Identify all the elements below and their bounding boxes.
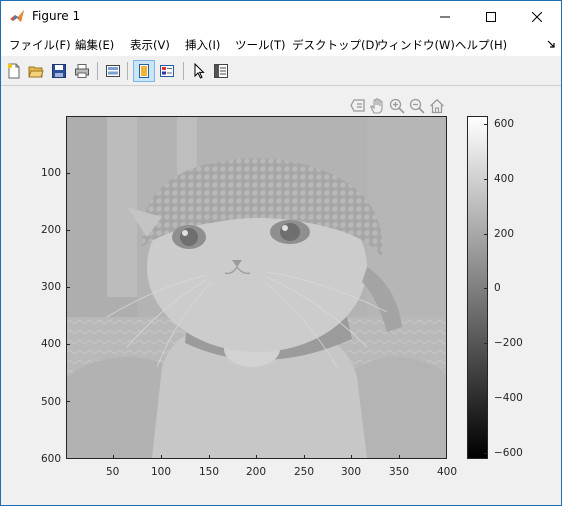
colorbar-tick-label: 0: [494, 282, 501, 294]
menu-help[interactable]: ヘルプ(H): [455, 37, 507, 53]
colorbar-tick-mark: [484, 234, 488, 235]
maximize-icon: [486, 11, 496, 22]
print-icon: [75, 64, 89, 78]
toolbar-separator: [97, 62, 98, 80]
y-tick-mark: [66, 230, 70, 231]
menu-tools[interactable]: ツール(T): [235, 37, 286, 53]
x-tick-mark: [304, 455, 305, 459]
x-tick-mark: [351, 455, 352, 459]
toolbar-separator: [183, 62, 184, 80]
pan-button[interactable]: [368, 97, 386, 115]
show-plot-tools-button[interactable]: [156, 60, 178, 82]
x-tick-label: 250: [294, 466, 315, 478]
y-tick-label: 200: [41, 224, 62, 236]
save-button[interactable]: [48, 60, 70, 82]
colorbar-tick-label: 400: [494, 173, 515, 185]
zoom-out-icon: [409, 98, 425, 114]
y-tick-mark: [66, 287, 70, 288]
zoom-out-button[interactable]: [408, 97, 426, 115]
matlab-logo-icon: [10, 10, 24, 22]
colorbar-tick-mark: [484, 124, 488, 125]
home-button[interactable]: [428, 97, 446, 115]
menu-desktop[interactable]: デスクトップ(D): [292, 37, 379, 53]
menu-file[interactable]: ファイル(F): [9, 37, 71, 53]
figure-window: Figure 1 ファイル(F) 編集(E) 表示(V) 挿入(I) ツール(T…: [0, 0, 562, 506]
toolbar-separator: [127, 62, 128, 80]
title-bar: Figure 1: [1, 1, 561, 32]
colorbar-tick-label: −200: [494, 337, 523, 349]
data-tips-icon: [350, 99, 365, 112]
x-tick-label: 50: [106, 466, 120, 478]
link-plot-icon: [106, 65, 120, 77]
menu-window[interactable]: ウィンドウ(W): [377, 37, 455, 53]
colorbar-tick-label: 600: [494, 118, 515, 130]
new-figure-icon: [7, 63, 20, 79]
y-tick-label: 400: [41, 338, 62, 350]
menu-insert[interactable]: 挿入(I): [185, 37, 220, 53]
property-inspector-icon: [214, 64, 228, 78]
dock-arrow-icon[interactable]: [547, 40, 555, 48]
figure-toolbar: [1, 57, 561, 86]
x-tick-mark: [399, 455, 400, 459]
zoom-in-button[interactable]: [388, 97, 406, 115]
x-tick-label: 100: [151, 466, 172, 478]
colorbar-tick-mark: [484, 398, 488, 399]
menu-bar: ファイル(F) 編集(E) 表示(V) 挿入(I) ツール(T) デスクトップ(…: [1, 32, 561, 56]
hide-plot-tools-button[interactable]: [133, 60, 155, 82]
edit-plot-button[interactable]: [188, 60, 210, 82]
x-tick-label: 150: [199, 466, 220, 478]
y-tick-label: 100: [41, 167, 62, 179]
colorbar-tick-label: 200: [494, 228, 515, 240]
y-tick-label: 600: [41, 453, 62, 465]
link-plot-button[interactable]: [102, 60, 124, 82]
close-button[interactable]: [514, 1, 560, 32]
y-tick-mark: [66, 344, 70, 345]
colorbar-tick-mark: [484, 179, 488, 180]
x-tick-mark: [209, 455, 210, 459]
open-file-button[interactable]: [25, 60, 47, 82]
y-tick-mark: [66, 401, 70, 402]
data-tips-button[interactable]: [349, 97, 367, 115]
colorbar-tick-mark: [484, 343, 488, 344]
x-tick-mark: [161, 455, 162, 459]
menu-edit[interactable]: 編集(E): [75, 37, 114, 53]
save-icon: [52, 64, 66, 78]
show-plot-tools-icon: [160, 65, 174, 77]
colorbar-tick-mark: [484, 288, 488, 289]
y-tick-label: 300: [41, 281, 62, 293]
x-tick-label: 300: [341, 466, 362, 478]
image-axes[interactable]: [66, 116, 447, 459]
pan-icon: [370, 98, 383, 114]
zoom-in-icon: [389, 98, 405, 114]
print-button[interactable]: [71, 60, 93, 82]
maximize-button[interactable]: [468, 1, 514, 32]
menu-view[interactable]: 表示(V): [130, 37, 170, 53]
open-file-icon: [28, 66, 44, 78]
minimize-icon: [440, 16, 450, 17]
x-tick-label: 200: [246, 466, 267, 478]
home-icon: [430, 98, 444, 114]
y-tick-mark: [66, 173, 70, 174]
x-tick-mark: [256, 455, 257, 459]
kitten-image: [67, 117, 446, 458]
minimize-button[interactable]: [422, 1, 468, 32]
y-tick-label: 500: [41, 396, 62, 408]
x-tick-label: 350: [389, 466, 410, 478]
hide-plot-tools-icon: [139, 64, 149, 78]
colorbar-tick-mark: [484, 453, 488, 454]
close-icon: [532, 11, 542, 22]
edit-plot-icon: [194, 63, 205, 79]
property-inspector-button[interactable]: [210, 60, 232, 82]
x-tick-mark: [113, 455, 114, 459]
x-tick-label: 400: [437, 466, 458, 478]
colorbar-tick-label: −400: [494, 392, 523, 404]
window-title: Figure 1: [32, 9, 81, 23]
colorbar-tick-label: −600: [494, 447, 523, 459]
new-figure-button[interactable]: [3, 60, 25, 82]
